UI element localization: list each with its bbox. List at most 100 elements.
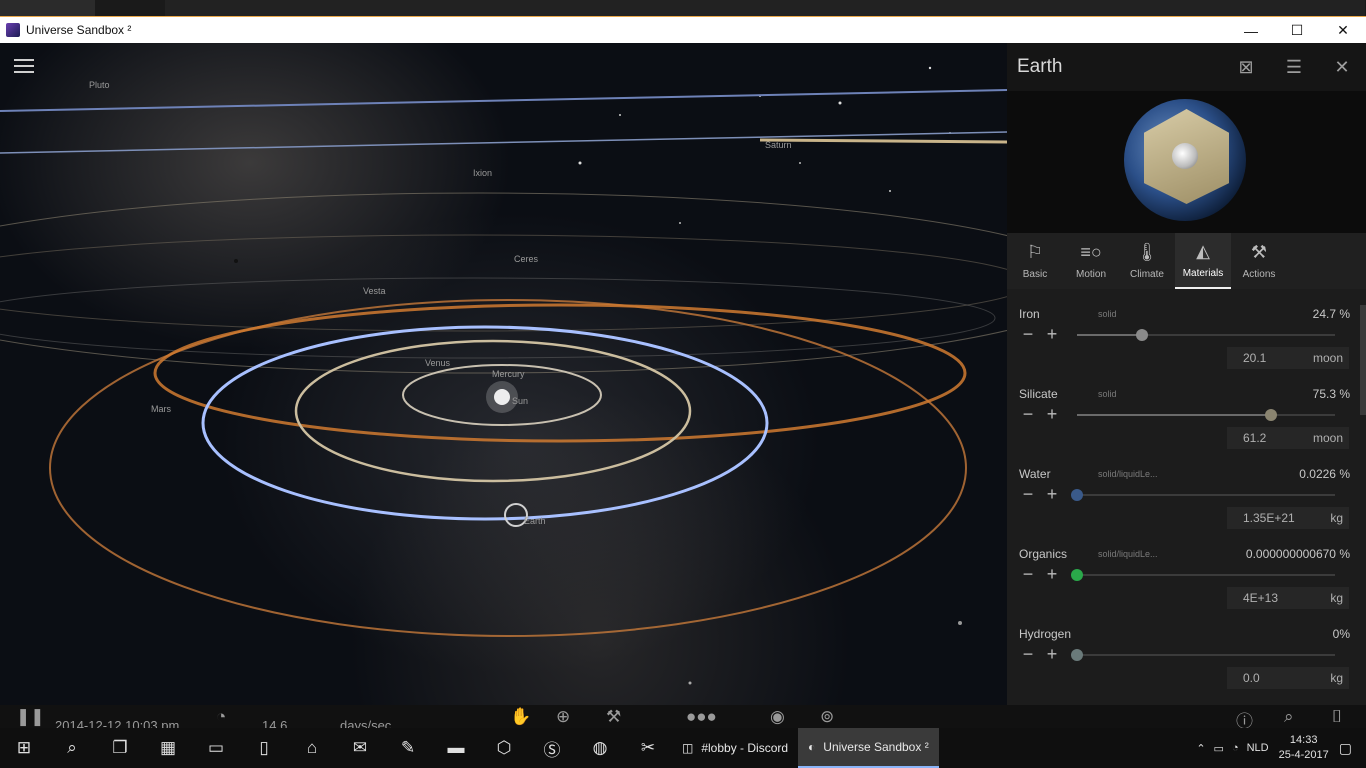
properties-panel: Earth ⊠ ☰ ✕ ⚐ Basic ≡○ Motion 🌡 Climate ◭ Ma… xyxy=(1007,43,1366,705)
material-value-field[interactable]: 4E+13 kg xyxy=(1227,587,1349,609)
top-strip-thumb xyxy=(0,0,95,16)
task-view-icon[interactable]: ❐ xyxy=(96,728,144,768)
minimize-button[interactable]: — xyxy=(1228,17,1274,44)
chevron-up-icon[interactable]: ⌃ xyxy=(1196,742,1205,755)
tab-climate[interactable]: 🌡 Climate xyxy=(1119,233,1175,289)
increase-button[interactable]: + xyxy=(1043,485,1061,503)
material-value: 1.35E+21 xyxy=(1243,511,1295,525)
label-sun[interactable]: Sun xyxy=(512,396,528,406)
material-unit: moon xyxy=(1312,351,1343,365)
increase-button[interactable]: + xyxy=(1043,325,1061,343)
pause-icon[interactable]: ❚❚ xyxy=(16,707,45,727)
orbit-pluto xyxy=(0,89,1007,112)
tools-icon[interactable]: ⚒ xyxy=(606,707,621,727)
label-mars[interactable]: Mars xyxy=(151,404,171,414)
hide-view-icon[interactable]: ⊠ xyxy=(1222,43,1270,91)
space-viewport[interactable]: Pluto Saturn Ixion Ceres Vesta Venus Mer… xyxy=(0,43,1007,705)
decrease-button[interactable]: − xyxy=(1019,645,1037,663)
folder-icon[interactable]: ▬ xyxy=(432,728,480,768)
decrease-button[interactable]: − xyxy=(1019,325,1037,343)
list-icon[interactable]: ☰ xyxy=(1270,43,1318,91)
decrease-button[interactable]: − xyxy=(1019,485,1037,503)
slider-knob[interactable] xyxy=(1071,489,1083,501)
close-window-button[interactable]: ✕ xyxy=(1320,17,1366,44)
decrease-button[interactable]: − xyxy=(1019,565,1037,583)
window-titlebar: Universe Sandbox ² — ☐ ✕ xyxy=(0,16,1366,43)
decrease-button[interactable]: − xyxy=(1019,405,1037,423)
increase-button[interactable]: + xyxy=(1043,645,1061,663)
taskbar-app-universe-sandbox[interactable]: ◐ Universe Sandbox ² xyxy=(798,728,939,768)
tool-icon[interactable]: ✂ xyxy=(624,728,672,768)
paint-icon[interactable]: ✎ xyxy=(384,728,432,768)
wifi-icon[interactable]: ◔ xyxy=(1232,742,1239,754)
materials-icon: ◭ xyxy=(1196,241,1210,261)
notification-icon[interactable]: ▢ xyxy=(1339,740,1352,757)
more-icon[interactable]: ●●● xyxy=(686,707,717,727)
home-icon[interactable]: ⌂ xyxy=(288,728,336,768)
increase-button[interactable]: + xyxy=(1043,565,1061,583)
label-earth[interactable]: Earth xyxy=(524,516,546,526)
panel-scrollbar[interactable] xyxy=(1360,305,1366,415)
material-value-field[interactable]: 0.0 kg xyxy=(1227,667,1349,689)
file-icon[interactable]: ▯ xyxy=(240,728,288,768)
material-value-field[interactable]: 1.35E+21 kg xyxy=(1227,507,1349,529)
material-slider[interactable] xyxy=(1071,649,1335,661)
material-slider[interactable] xyxy=(1077,409,1335,421)
earth-core xyxy=(1172,143,1198,169)
material-value-field[interactable]: 20.1 moon xyxy=(1227,347,1349,369)
label-ixion[interactable]: Ixion xyxy=(473,168,492,178)
label-vesta[interactable]: Vesta xyxy=(363,286,386,296)
slider-knob[interactable] xyxy=(1071,649,1083,661)
store-icon[interactable]: ▦ xyxy=(144,728,192,768)
language-indicator[interactable]: NLD xyxy=(1247,742,1269,754)
search-icon[interactable]: ⌕ xyxy=(1284,707,1294,727)
stars xyxy=(234,66,962,685)
tab-motion[interactable]: ≡○ Motion xyxy=(1063,233,1119,289)
taskbar-app-discord[interactable]: ◫ #lobby - Discord xyxy=(672,728,798,768)
material-row: Iron solid 24.7 % − +20.1 moon xyxy=(1017,289,1356,369)
material-name: Organics xyxy=(1019,547,1068,561)
material-row: Silicate solid 75.3 % − +61.2 moon xyxy=(1017,369,1356,449)
material-value: 61.2 xyxy=(1243,431,1267,445)
motion-icon: ≡○ xyxy=(1080,242,1102,262)
maximize-button[interactable]: ☐ xyxy=(1274,17,1320,44)
add-icon[interactable]: ⊕ xyxy=(556,707,570,727)
tab-basic[interactable]: ⚐ Basic xyxy=(1007,233,1063,289)
camera-icon[interactable]: ⌷ xyxy=(1332,707,1342,727)
material-percent: 24.7 % xyxy=(1312,307,1350,321)
start-icon[interactable]: ⊞ xyxy=(0,728,48,768)
battery-icon[interactable]: ▭ xyxy=(1214,742,1224,755)
outlook-icon[interactable]: ✉ xyxy=(336,728,384,768)
slider-knob[interactable] xyxy=(1071,569,1083,581)
search-taskbar-icon[interactable]: ⌕ xyxy=(48,728,96,768)
clock[interactable]: 14:33 25-4-2017 xyxy=(1279,733,1329,763)
orbit-ixion xyxy=(0,192,1007,374)
material-value-field[interactable]: 61.2 moon xyxy=(1227,427,1349,449)
top-strip-bar xyxy=(165,0,1365,16)
slider-knob[interactable] xyxy=(1265,409,1278,421)
close-panel-icon[interactable]: ✕ xyxy=(1318,43,1366,91)
sim-target-icon[interactable]: ⊚ xyxy=(820,707,834,727)
hand-icon[interactable]: ✋ xyxy=(510,707,531,727)
chrome-icon[interactable]: ◍ xyxy=(576,728,624,768)
hamburger-menu-button[interactable] xyxy=(14,59,34,75)
time-icon[interactable]: ◔ xyxy=(216,707,226,727)
label-mercury[interactable]: Mercury xyxy=(492,369,525,379)
planet-preview[interactable] xyxy=(1007,91,1366,233)
label-ceres[interactable]: Ceres xyxy=(514,254,538,264)
material-slider[interactable] xyxy=(1071,489,1335,501)
label-pluto[interactable]: Pluto xyxy=(89,80,110,90)
slider-knob[interactable] xyxy=(1135,329,1148,341)
monitor-icon[interactable]: ▭ xyxy=(192,728,240,768)
view-eye-icon[interactable]: ◉ xyxy=(770,707,785,727)
skype-icon[interactable]: Ⓢ xyxy=(528,728,576,768)
box-icon[interactable]: ⬡ xyxy=(480,728,528,768)
increase-button[interactable]: + xyxy=(1043,405,1061,423)
tab-materials[interactable]: ◭ Materials xyxy=(1175,233,1231,289)
label-venus[interactable]: Venus xyxy=(425,358,450,368)
material-slider[interactable] xyxy=(1071,569,1335,581)
material-slider[interactable] xyxy=(1077,329,1335,341)
orbit-venus xyxy=(294,339,692,483)
label-saturn[interactable]: Saturn xyxy=(765,140,792,150)
tab-actions[interactable]: ⚒ Actions xyxy=(1231,233,1287,289)
